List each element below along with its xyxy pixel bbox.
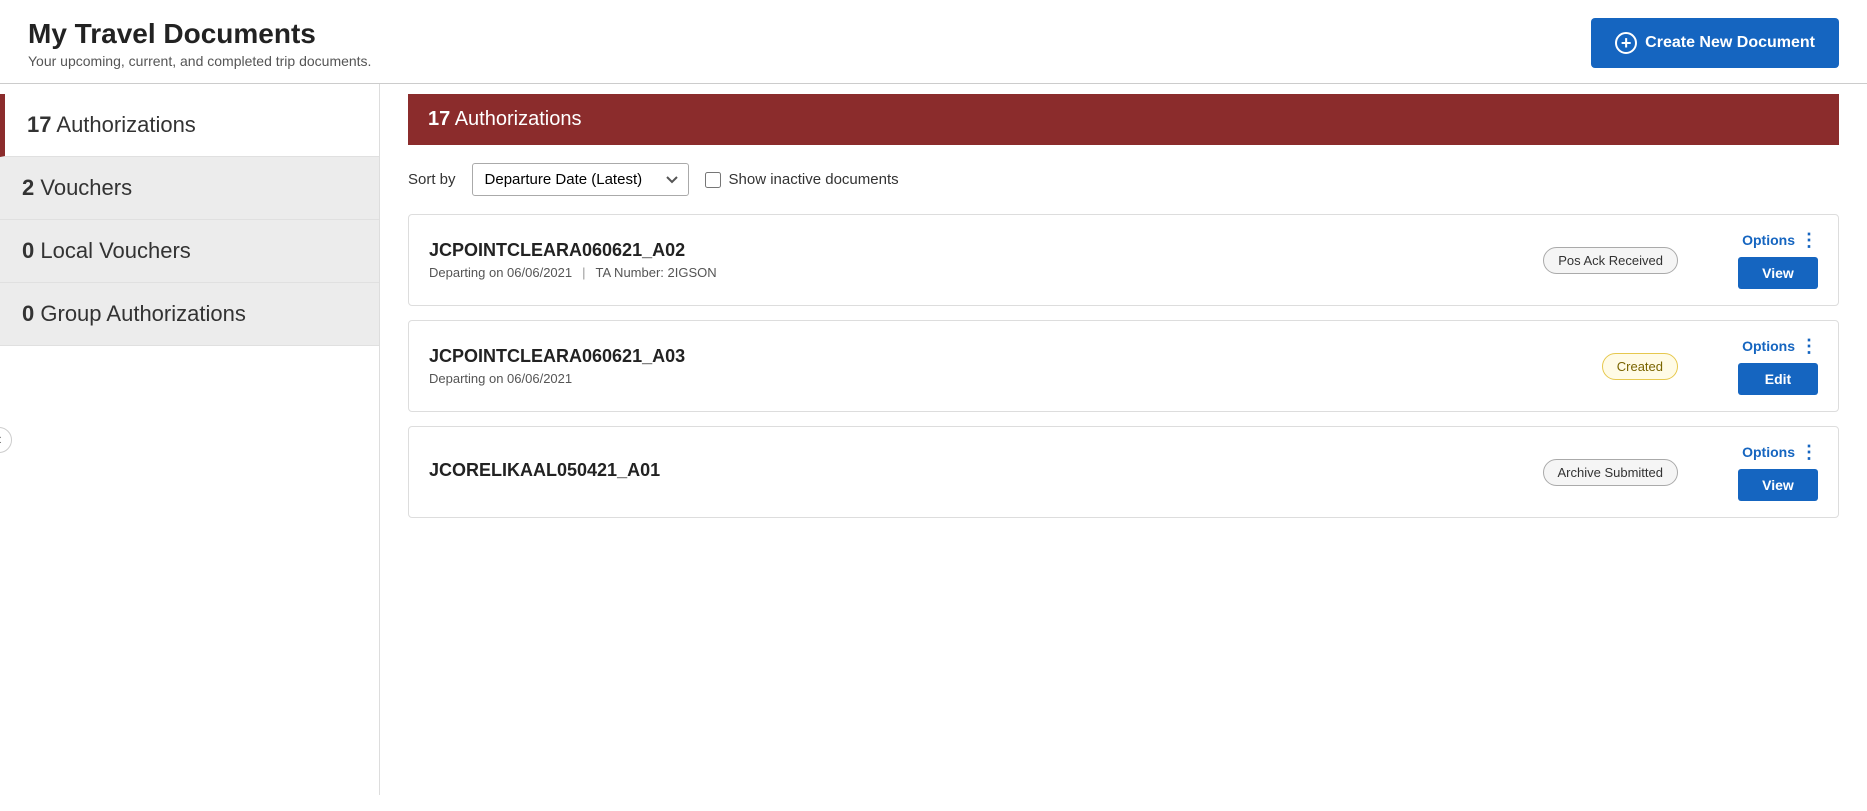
document-card-1: JCPOINTCLEARA060621_A02 Departing on 06/… <box>408 214 1839 306</box>
page-title: My Travel Documents <box>28 18 371 50</box>
section-title-label: Authorizations <box>455 108 582 130</box>
options-label-3: Options <box>1742 444 1795 460</box>
inactive-documents-checkbox[interactable] <box>705 172 721 188</box>
options-link-1[interactable]: Options ⋮ <box>1742 231 1818 249</box>
doc-info-2: JCPOINTCLEARA060621_A03 Departing on 06/… <box>429 346 1602 386</box>
sort-select[interactable]: Departure Date (Latest) Departure Date (… <box>472 163 689 196</box>
page-header: My Travel Documents Your upcoming, curre… <box>0 0 1867 84</box>
status-badge-3: Archive Submitted <box>1543 459 1679 486</box>
view-button-1[interactable]: View <box>1738 257 1818 289</box>
sidebar-item-local-vouchers-count: 0 <box>22 238 34 263</box>
doc-title-2: JCPOINTCLEARA060621_A03 <box>429 346 1602 367</box>
doc-status-actions-1: Pos Ack Received Options ⋮ View <box>1543 231 1818 289</box>
doc-info-1: JCPOINTCLEARA060621_A02 Departing on 06/… <box>429 240 1543 280</box>
options-label-1: Options <box>1742 232 1795 248</box>
create-button-label: Create New Document <box>1645 34 1815 52</box>
options-link-3[interactable]: Options ⋮ <box>1742 443 1818 461</box>
doc-actions-2: Options ⋮ Edit <box>1698 337 1818 395</box>
main-layout: ‹ 17 Authorizations 2 Vouchers 0 Local V… <box>0 84 1867 795</box>
document-card-2: JCPOINTCLEARA060621_A03 Departing on 06/… <box>408 320 1839 412</box>
sidebar-item-local-vouchers[interactable]: 0 Local Vouchers <box>0 220 379 283</box>
doc-status-actions-2: Created Options ⋮ Edit <box>1602 337 1818 395</box>
section-count: 17 <box>428 108 450 130</box>
page-subtitle: Your upcoming, current, and completed tr… <box>28 53 371 69</box>
options-dots-3: ⋮ <box>1800 443 1818 461</box>
section-header: 17 Authorizations <box>408 94 1839 145</box>
status-badge-2: Created <box>1602 353 1678 380</box>
sidebar-item-group-authorizations[interactable]: 0 Group Authorizations <box>0 283 379 346</box>
doc-departing-2: Departing on 06/06/2021 <box>429 371 572 386</box>
options-label-2: Options <box>1742 338 1795 354</box>
sidebar-item-vouchers-count: 2 <box>22 175 34 200</box>
view-button-3[interactable]: View <box>1738 469 1818 501</box>
create-new-document-button[interactable]: + Create New Document <box>1591 18 1839 68</box>
doc-separator-1: | <box>582 265 585 280</box>
doc-meta-2: Departing on 06/06/2021 <box>429 371 1602 386</box>
doc-meta-1: Departing on 06/06/2021 | TA Number: 2IG… <box>429 265 1543 280</box>
inactive-documents-label: Show inactive documents <box>729 171 899 188</box>
sidebar: ‹ 17 Authorizations 2 Vouchers 0 Local V… <box>0 84 380 795</box>
doc-title-1: JCPOINTCLEARA060621_A02 <box>429 240 1543 261</box>
document-card-3: JCORELIKAAL050421_A01 Archive Submitted … <box>408 426 1839 518</box>
inactive-documents-toggle[interactable]: Show inactive documents <box>705 171 899 188</box>
sidebar-item-authorizations-label: Authorizations <box>56 112 195 137</box>
options-dots-1: ⋮ <box>1800 231 1818 249</box>
doc-actions-1: Options ⋮ View <box>1698 231 1818 289</box>
content-area: 17 Authorizations Sort by Departure Date… <box>380 84 1867 795</box>
sort-label: Sort by <box>408 171 456 188</box>
sidebar-item-authorizations[interactable]: 17 Authorizations <box>0 94 379 157</box>
sidebar-item-local-vouchers-label: Local Vouchers <box>40 238 190 263</box>
sort-bar: Sort by Departure Date (Latest) Departur… <box>408 163 1839 196</box>
doc-actions-3: Options ⋮ View <box>1698 443 1818 501</box>
sidebar-item-vouchers[interactable]: 2 Vouchers <box>0 157 379 220</box>
options-dots-2: ⋮ <box>1800 337 1818 355</box>
doc-title-3: JCORELIKAAL050421_A01 <box>429 460 1543 481</box>
options-link-2[interactable]: Options ⋮ <box>1742 337 1818 355</box>
sidebar-item-vouchers-label: Vouchers <box>40 175 132 200</box>
doc-departing-1: Departing on 06/06/2021 <box>429 265 572 280</box>
sidebar-item-group-auth-count: 0 <box>22 301 34 326</box>
status-badge-1: Pos Ack Received <box>1543 247 1678 274</box>
edit-button-2[interactable]: Edit <box>1738 363 1818 395</box>
sidebar-collapse-button[interactable]: ‹ <box>0 427 12 453</box>
plus-icon: + <box>1615 32 1637 54</box>
header-title-block: My Travel Documents Your upcoming, curre… <box>28 18 371 69</box>
doc-status-actions-3: Archive Submitted Options ⋮ View <box>1543 443 1819 501</box>
sidebar-item-authorizations-count: 17 <box>27 112 51 137</box>
sidebar-item-group-auth-label: Group Authorizations <box>40 301 245 326</box>
doc-ta-number-1: TA Number: 2IGSON <box>596 265 717 280</box>
doc-info-3: JCORELIKAAL050421_A01 <box>429 460 1543 485</box>
